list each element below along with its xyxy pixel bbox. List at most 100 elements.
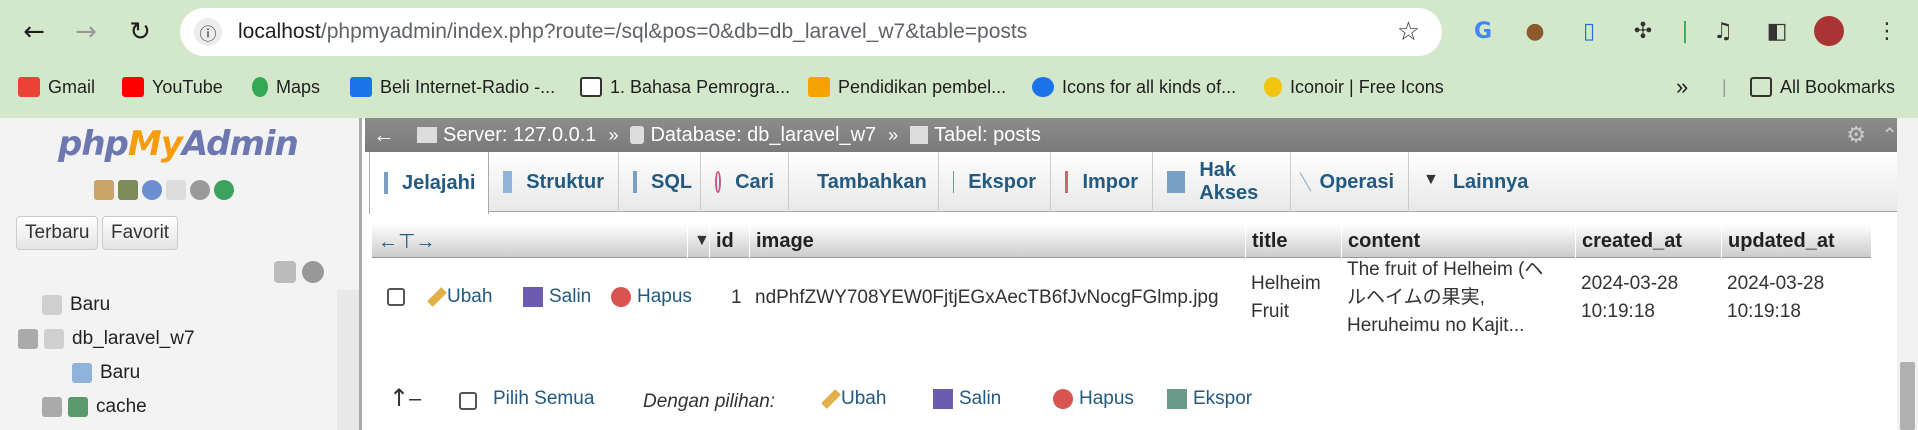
all-bookmarks[interactable]: All Bookmarks [1750, 74, 1895, 100]
navigation-scrollbar[interactable] [337, 290, 359, 430]
select-all-label[interactable]: Pilih Semua [493, 388, 594, 410]
collapse-all-icon[interactable] [274, 261, 296, 283]
bookmark-fontawesome[interactable]: Icons for all kinds of... [1032, 74, 1236, 100]
header-created-at[interactable]: created_at [1575, 224, 1721, 258]
header-image[interactable]: image [749, 224, 1245, 258]
breadcrumb-server[interactable]: Server: 127.0.0.1 [417, 124, 596, 147]
bookmark-maps[interactable]: Maps [252, 74, 320, 100]
refresh-icon[interactable] [214, 180, 234, 200]
menu-icon[interactable]: ⋮ [1870, 14, 1904, 48]
browse-icon [384, 172, 388, 194]
reload-icon[interactable]: ↻ [120, 12, 160, 52]
link-icon[interactable] [302, 261, 324, 283]
side-panel-icon[interactable]: ◧ [1760, 14, 1794, 48]
tab-structure[interactable]: Struktur [489, 152, 619, 212]
cookie-icon[interactable]: ● [1518, 14, 1552, 48]
url-text[interactable]: localhost/phpmyadmin/index.php?route=/sq… [238, 20, 1027, 44]
settings-icon[interactable] [190, 180, 210, 200]
bookmark-youtube[interactable]: YouTube [122, 74, 223, 100]
bulk-edit-button[interactable]: Ubah [821, 388, 886, 410]
more-bookmarks-icon[interactable]: » [1676, 74, 1688, 100]
tree-new-table[interactable]: Baru [72, 358, 140, 388]
back-arrow-icon[interactable]: ← [373, 122, 395, 148]
breadcrumb-separator: » [608, 124, 619, 145]
cell-id[interactable]: 1 [731, 284, 742, 312]
tab-privileges[interactable]: Hak Akses [1153, 152, 1291, 212]
bulk-copy-button[interactable]: Salin [933, 388, 1001, 410]
column-arrows[interactable]: ←⊤→ [371, 224, 701, 258]
database-tree: Baru db_laravel_w7 Baru cache [18, 290, 338, 430]
export-icon [953, 171, 955, 193]
row-edit-button[interactable]: Ubah [427, 286, 492, 308]
tab-search[interactable]: Cari [701, 152, 789, 212]
recent-button[interactable]: Terbaru [16, 216, 99, 250]
cell-content[interactable]: The fruit of Helheim (ヘ ルヘイムの果実, Heruheimu… [1347, 256, 1543, 340]
cell-updated-at[interactable]: 2024-03-28 10:19:18 [1727, 270, 1824, 326]
tree-db-laravel[interactable]: db_laravel_w7 [18, 324, 195, 354]
tab-export[interactable]: Ekspor [939, 152, 1051, 212]
avatar[interactable] [1814, 16, 1844, 46]
translate-icon[interactable]: G [1466, 14, 1500, 48]
breadcrumb-database[interactable]: Database: db_laravel_w7 [630, 124, 876, 147]
bookmark-gmail[interactable]: Gmail [18, 74, 95, 100]
separator-icon: | [1681, 18, 1689, 44]
logout-icon[interactable] [118, 180, 138, 200]
forward-icon[interactable]: → [66, 12, 106, 52]
table-row: Ubah Salin Hapus 1 ndPhfZWY708YEW0FjtjEG… [371, 258, 1871, 354]
header-updated-at[interactable]: updated_at [1721, 224, 1871, 258]
new-db-icon [42, 295, 62, 315]
chevron-down-icon: ▼ [1423, 171, 1439, 188]
database-icon [630, 126, 645, 144]
cell-title[interactable]: Helheim Fruit [1251, 270, 1321, 326]
collapse-bar-icon[interactable]: ⌃ [1881, 123, 1898, 148]
tab-operations[interactable]: Operasi [1291, 152, 1409, 212]
row-delete-button[interactable]: Hapus [611, 286, 692, 308]
bulk-export-button[interactable]: Ekspor [1167, 388, 1252, 410]
site-info-icon[interactable]: ⓘ [194, 18, 222, 46]
tab-insert[interactable]: Tambahkan [789, 152, 939, 212]
table-tabs: Jelajahi Struktur SQL Cari Tambahkan Eks… [369, 152, 1918, 214]
bookmark-star-icon[interactable]: ☆ [1397, 17, 1420, 47]
navigation-panel: phpMyAdmin Terbaru Favorit Baru db_larav… [0, 118, 362, 430]
help-icon[interactable] [142, 180, 162, 200]
collapse-icon[interactable] [18, 329, 38, 349]
options-chevron-icon[interactable]: ▼ [687, 224, 710, 258]
main-scrollbar[interactable] [1897, 118, 1918, 430]
bookmark-iconoir[interactable]: Iconoir | Free Icons [1264, 74, 1444, 100]
row-checkbox[interactable] [387, 288, 405, 306]
gmail-icon [18, 77, 40, 97]
header-title[interactable]: title [1245, 224, 1341, 258]
bulk-delete-button[interactable]: Hapus [1053, 388, 1134, 410]
breadcrumb: ← Server: 127.0.0.1 » Database: db_larav… [365, 118, 1918, 152]
cell-created-at[interactable]: 2024-03-28 10:19:18 [1581, 270, 1678, 326]
expand-icon[interactable] [42, 397, 62, 417]
bookmark-radio[interactable]: Beli Internet-Radio -... [350, 74, 555, 100]
back-icon[interactable]: ← [14, 12, 54, 52]
row-copy-button[interactable]: Salin [523, 286, 591, 308]
puzzle-icon[interactable]: ✣ [1626, 14, 1660, 48]
tab-import[interactable]: Impor [1051, 152, 1153, 212]
cell-image[interactable]: ndPhfZWY708YEW0FjtjEGxAecTB6fJvNocgFGlmp… [755, 284, 1219, 312]
settings-icon[interactable]: ⚙ [1846, 122, 1866, 148]
tab-more[interactable]: ▼ Lainnya [1409, 152, 1528, 212]
bulk-actions: ↑⎯ Pilih Semua Dengan pilihan: Ubah Sali… [389, 380, 1889, 420]
docs-icon[interactable] [166, 180, 186, 200]
tree-new-database[interactable]: Baru [42, 290, 110, 320]
phpmyadmin-logo[interactable]: phpMyAdmin [58, 124, 299, 164]
header-content[interactable]: content [1341, 224, 1575, 258]
select-all-checkbox[interactable] [459, 392, 477, 410]
media-icon[interactable]: ♫ [1706, 14, 1740, 48]
bookmarks-bar: Gmail YouTube Maps Beli Internet-Radio -… [0, 68, 1918, 106]
tab-sql[interactable]: SQL [619, 152, 701, 212]
breadcrumb-table[interactable]: Tabel: posts [910, 124, 1041, 147]
extension-icon[interactable]: ▯ [1572, 14, 1606, 48]
header-id[interactable]: id [709, 224, 749, 258]
address-bar[interactable]: ⓘ localhost/phpmyadmin/index.php?route=/… [180, 8, 1442, 56]
bookmark-pendidikan[interactable]: Pendidikan pembel... [808, 74, 1006, 100]
scrollbar-thumb[interactable] [1900, 362, 1915, 430]
bookmark-bahasa[interactable]: 1. Bahasa Pemrogra... [580, 74, 790, 100]
tab-browse[interactable]: Jelajahi [369, 152, 489, 214]
favorite-button[interactable]: Favorit [102, 216, 179, 250]
home-icon[interactable] [94, 180, 114, 200]
tree-table-cache[interactable]: cache [42, 392, 147, 422]
